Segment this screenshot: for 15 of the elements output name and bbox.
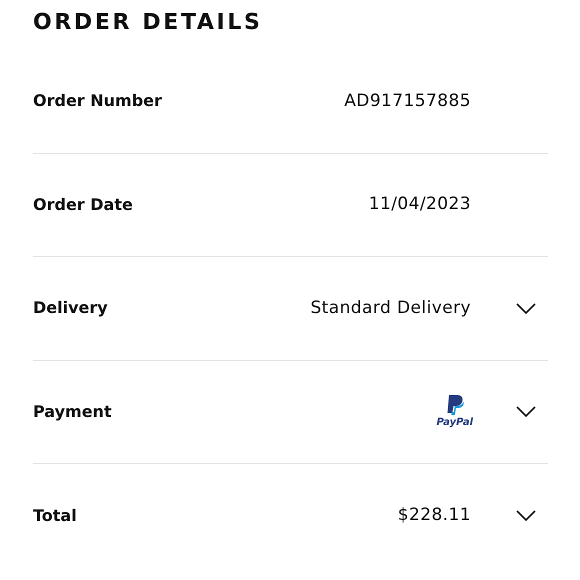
paypal-p-icon <box>444 395 465 418</box>
row-value: 11/04/2023 <box>368 193 471 216</box>
chevron-down-icon[interactable] <box>516 302 536 314</box>
row-label: Total <box>33 504 78 527</box>
row-label: Order Number <box>33 90 163 112</box>
row-label: Payment <box>33 400 113 423</box>
row-value: AD917157885 <box>344 90 471 112</box>
chevron-down-icon[interactable] <box>516 510 536 522</box>
chevron-down-icon[interactable] <box>516 406 536 418</box>
paypal-logo: PayPal <box>436 395 473 428</box>
row-value: $228.11 <box>398 504 471 527</box>
row-value: Standard Delivery <box>310 296 471 320</box>
page-title: ORDER DETAILS <box>33 9 264 37</box>
row-label: Delivery <box>33 297 109 320</box>
row-label: Order Date <box>33 194 134 216</box>
